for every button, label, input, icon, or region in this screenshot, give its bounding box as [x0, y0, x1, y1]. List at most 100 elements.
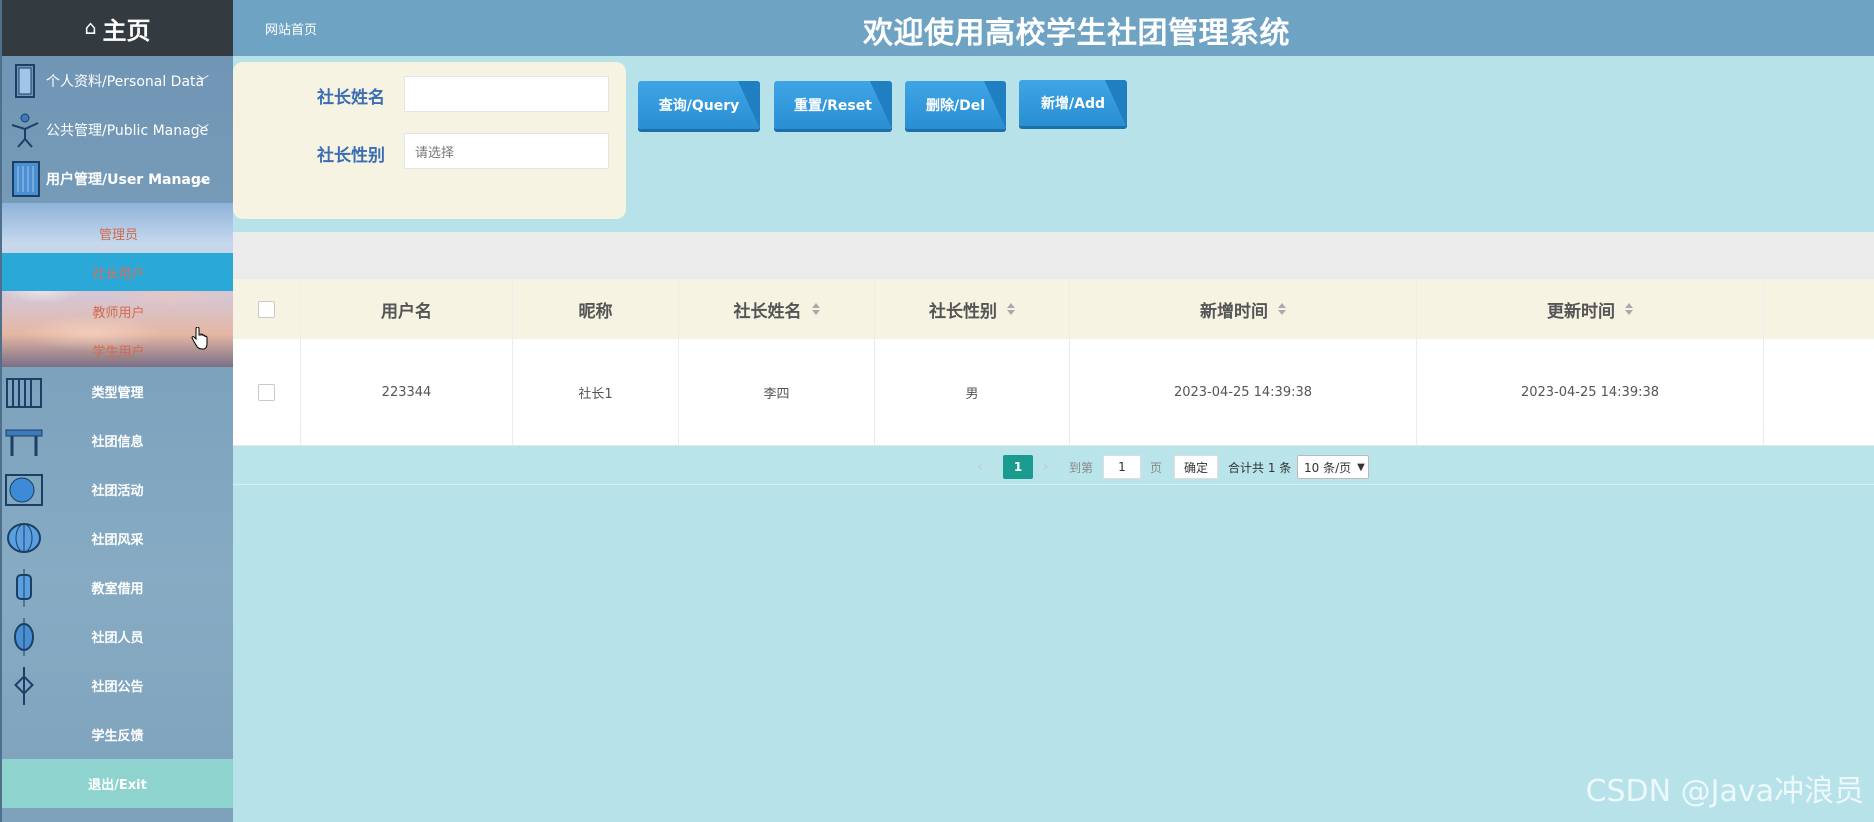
sort-icon[interactable] [811, 303, 820, 315]
menu-group-public-manage[interactable]: 公共管理/Public Manage ﹀ [2, 105, 233, 154]
table-header: 用户名 昵称 社长姓名 社长性别 新增时间 更新时间 [233, 279, 1874, 339]
goto-page-input[interactable]: 1 [1103, 455, 1141, 479]
page-unit-label: 页 [1150, 460, 1163, 475]
sidebar-item-club-info[interactable]: 社团信息 [2, 416, 233, 465]
query-button[interactable]: 查询/Query [638, 81, 760, 129]
figure-icon [11, 113, 39, 148]
lantern-icon [7, 523, 41, 553]
row-select-cell [233, 339, 301, 445]
select-all-checkbox[interactable] [258, 300, 275, 318]
menu-group-label: 个人资料/Personal Data [46, 73, 205, 90]
home-link[interactable]: ⌂ 主页 [2, 0, 233, 56]
sidebar-item-type-manage[interactable]: 类型管理 [2, 367, 233, 416]
exit-button[interactable]: 退出/Exit [2, 759, 233, 808]
president-gender-select[interactable]: 请选择 [404, 133, 609, 169]
search-panel: 社长姓名 社长性别 请选择 [233, 62, 626, 219]
sidebar-item-label: 社团人员 [91, 631, 144, 646]
president-gender-label: 社长性别 [317, 146, 385, 166]
cabinet-icon [12, 161, 40, 197]
reset-button[interactable]: 重置/Reset [774, 81, 892, 129]
cell-president-gender: 男 [875, 339, 1070, 445]
page-title: 欢迎使用高校学生社团管理系统 [863, 16, 1290, 51]
button-fold [984, 81, 1006, 129]
table-toolbar [233, 232, 1874, 279]
sidebar-item-classroom-borrow[interactable]: 教室借用 [2, 563, 233, 612]
goto-confirm-button[interactable]: 确定 [1174, 455, 1218, 479]
sidebar-item-club-style[interactable]: 社团风采 [2, 514, 233, 563]
hanging-lantern-icon [16, 569, 32, 607]
fence-icon [6, 378, 42, 408]
column-header-president-gender[interactable]: 社长性别 [875, 279, 1070, 339]
column-header-nickname[interactable]: 昵称 [513, 279, 679, 339]
page-1-button[interactable]: 1 [1003, 455, 1033, 479]
chevron-down-icon: ﹀ [196, 74, 209, 88]
breadcrumb[interactable]: 网站首页 [265, 19, 317, 38]
column-header-label: 社长性别 [929, 301, 997, 322]
sub-item-admin[interactable]: 管理员 [2, 214, 233, 252]
sidebar-item-label: 学生反馈 [91, 729, 144, 744]
small-lantern-icon [14, 618, 34, 656]
president-name-input[interactable] [404, 76, 609, 112]
column-header-label: 新增时间 [1200, 301, 1268, 322]
sidebar-item-club-notice[interactable]: 社团公告 [2, 661, 233, 710]
cell-updated-time: 2023-04-25 14:39:38 [1417, 339, 1764, 445]
column-header-president-name[interactable]: 社长姓名 [679, 279, 875, 339]
prev-page-icon[interactable]: ‹ [977, 455, 983, 479]
door-icon [15, 64, 35, 98]
column-header-label: 昵称 [578, 301, 613, 322]
sidebar-item-club-members[interactable]: 社团人员 [2, 612, 233, 661]
column-header-created-time[interactable]: 新增时间 [1070, 279, 1417, 339]
row-checkbox[interactable] [258, 383, 275, 401]
table-icon [5, 429, 43, 456]
chevron-down-icon: ﹀ [196, 123, 209, 137]
sidebar-item-label: 社团风采 [91, 533, 144, 548]
home-label: 主页 [102, 16, 151, 45]
menu-group-personal-data[interactable]: 个人资料/Personal Data ﹀ [2, 56, 233, 105]
cell-created-time: 2023-04-25 14:39:38 [1070, 339, 1417, 445]
sub-item-president-user[interactable]: 社长用户 [2, 253, 233, 291]
chevron-up-icon: ︿ [196, 172, 209, 186]
sidebar-item-label: 类型管理 [91, 386, 144, 401]
sidebar-item-label: 社团公告 [91, 680, 144, 695]
sidebar-item-student-feedback[interactable]: 学生反馈 [2, 710, 233, 759]
sidebar-item-label: 社团活动 [91, 484, 144, 499]
sort-icon[interactable] [1278, 303, 1286, 315]
pagination: ‹ 1 › 到第 1 页 确定 合计共 1 条 10 条/页 ▼ [233, 447, 1874, 485]
cell-username: 223344 [301, 339, 513, 445]
column-header-updated-time[interactable]: 更新时间 [1417, 279, 1764, 339]
column-header-label: 社长姓名 [733, 301, 802, 322]
column-header-username[interactable]: 用户名 [301, 279, 513, 339]
top-bar: 网站首页 欢迎使用高校学生社团管理系统 [233, 0, 1874, 56]
home-icon: ⌂ [84, 17, 97, 39]
select-all-cell [233, 279, 301, 339]
sidebar-item-club-activity[interactable]: 社团活动 [2, 465, 233, 514]
chevron-down-icon: ▼ [1357, 461, 1365, 473]
menu-group-label: 用户管理/User Manage [46, 171, 211, 188]
hand-cursor-icon [191, 327, 208, 350]
page-size-select[interactable]: 10 条/页 ▼ [1297, 455, 1369, 479]
sort-icon[interactable] [1007, 303, 1015, 315]
delete-button[interactable]: 删除/Del [905, 81, 1006, 129]
button-fold [738, 81, 760, 129]
sub-item-teacher-user[interactable]: 教师用户 [2, 292, 233, 330]
add-button-label: 新增/Add [1041, 96, 1105, 112]
button-fold [1105, 80, 1127, 126]
button-fold [870, 81, 892, 129]
exit-label: 退出/Exit [88, 778, 147, 793]
delete-button-label: 删除/Del [925, 98, 986, 114]
knot-icon [14, 667, 34, 705]
menu-group-user-manage[interactable]: 用户管理/User Manage ︿ [2, 154, 233, 203]
sidebar-item-label: 社团信息 [91, 435, 144, 450]
watermark: CSDN @Java冲浪员 [1585, 774, 1864, 809]
lantern-frame-icon [5, 474, 43, 506]
column-header-label: 用户名 [381, 301, 432, 322]
sidebar: ⌂ 主页 个人资料/Personal Data ﹀ 公共管理/Public Ma… [0, 0, 233, 822]
reset-button-label: 重置/Reset [794, 98, 872, 114]
goto-label: 到第 [1069, 460, 1094, 475]
add-button[interactable]: 新增/Add [1019, 80, 1127, 126]
table-row[interactable]: 223344 社长1 李四 男 2023-04-25 14:39:38 2023… [233, 339, 1874, 446]
next-page-icon[interactable]: › [1043, 455, 1049, 479]
page-size-value: 10 条/页 [1304, 460, 1352, 475]
sort-icon[interactable] [1625, 303, 1633, 315]
total-count: 合计共 1 条 [1228, 460, 1292, 475]
